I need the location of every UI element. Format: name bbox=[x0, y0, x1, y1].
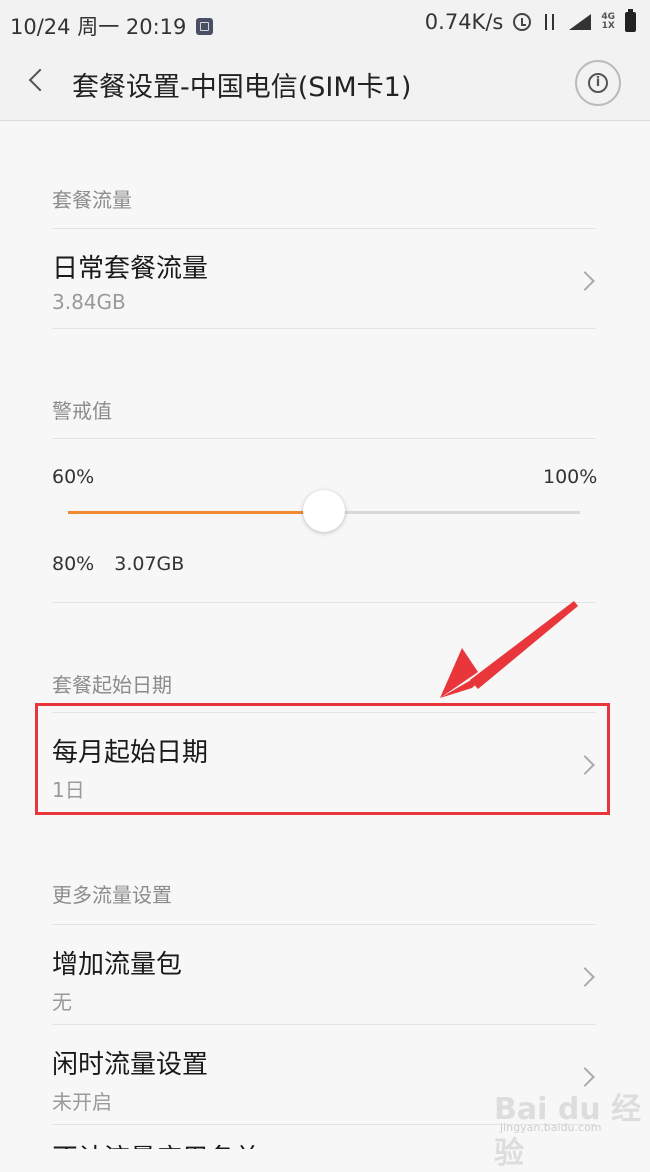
baidu-watermark-url: jingyan.baidu.com bbox=[500, 1121, 602, 1134]
annotation-arrow-icon bbox=[440, 601, 578, 698]
